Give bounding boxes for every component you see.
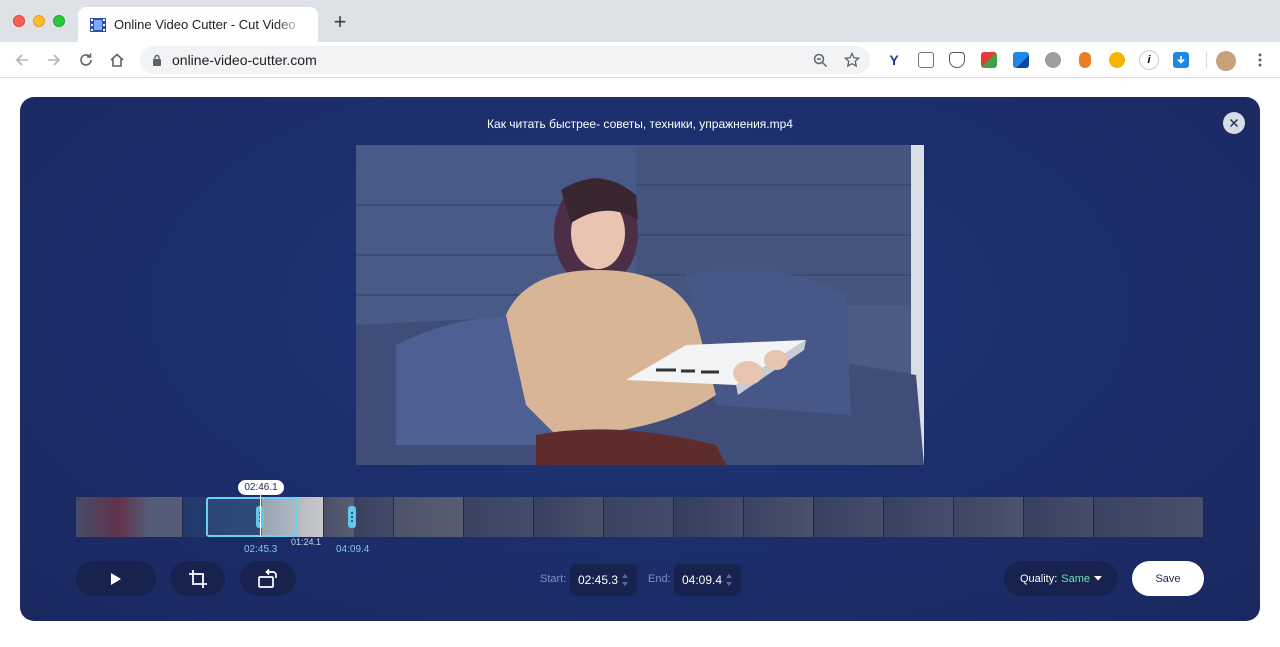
bookmark-star-icon[interactable] xyxy=(844,52,860,68)
selection-end-label: 04:09.4 xyxy=(336,544,370,555)
playhead-time: 02:46.1 xyxy=(238,480,284,495)
start-time-input[interactable]: 02:45.3 xyxy=(570,564,637,596)
chevron-down-icon xyxy=(1094,576,1103,581)
color-icon[interactable] xyxy=(981,52,997,68)
download-icon[interactable] xyxy=(1173,52,1189,68)
back-arrow-icon[interactable] xyxy=(12,50,32,70)
video-preview[interactable] xyxy=(356,145,924,465)
browser-toolbar: online-video-cutter.com Y i xyxy=(0,42,1280,78)
timeline-dim-right xyxy=(354,497,1204,537)
flag-icon[interactable] xyxy=(1013,52,1029,68)
profile-avatar[interactable] xyxy=(1216,51,1236,71)
play-button[interactable] xyxy=(76,561,156,596)
i-icon[interactable]: i xyxy=(1139,50,1159,70)
film-favicon-icon xyxy=(90,17,106,33)
start-time-value: 02:45.3 xyxy=(578,573,619,587)
selection-duration-label: 01:24.1 xyxy=(291,537,322,547)
browser-tabbar: Online Video Cutter - Cut Video + xyxy=(0,0,1280,42)
crop-button[interactable] xyxy=(170,561,225,596)
file-title: Как читать быстрее- советы, техники, упр… xyxy=(487,117,793,131)
reader-icon[interactable] xyxy=(918,52,934,68)
rotate-button[interactable] xyxy=(240,561,296,596)
paw-icon[interactable] xyxy=(1109,52,1125,68)
close-button[interactable] xyxy=(1223,112,1245,134)
zoom-window-button[interactable] xyxy=(53,15,65,27)
forward-arrow-icon[interactable] xyxy=(44,50,64,70)
end-time-input[interactable]: 04:09.4 xyxy=(674,564,741,596)
lock-icon xyxy=(152,54,162,66)
end-trim-handle[interactable] xyxy=(348,506,356,528)
play-icon xyxy=(111,572,121,585)
end-label: End: xyxy=(648,573,671,585)
reload-icon[interactable] xyxy=(76,50,96,70)
zoom-icon[interactable] xyxy=(812,52,828,68)
start-label: Start: xyxy=(540,573,567,585)
editor-panel: Как читать быстрее- советы, техники, упр… xyxy=(20,97,1260,621)
home-icon[interactable] xyxy=(107,50,127,70)
browser-tab[interactable]: Online Video Cutter - Cut Video xyxy=(78,7,318,42)
menu-kebab-icon[interactable] xyxy=(1250,50,1270,70)
address-bar[interactable]: online-video-cutter.com xyxy=(140,46,870,74)
new-tab-button[interactable]: + xyxy=(330,11,350,33)
minimize-window-button[interactable] xyxy=(33,15,45,27)
timeline-selection[interactable] xyxy=(206,497,298,537)
shield-icon[interactable] xyxy=(1079,52,1091,68)
close-icon xyxy=(1229,118,1239,128)
v-icon[interactable]: Y xyxy=(886,52,902,68)
pocket-icon[interactable] xyxy=(949,52,965,68)
stepper-icon[interactable] xyxy=(621,573,629,587)
playhead-line[interactable] xyxy=(260,495,261,537)
close-window-button[interactable] xyxy=(13,15,25,27)
quality-dropdown[interactable]: Quality: Same xyxy=(1004,561,1118,596)
globe-icon[interactable] xyxy=(1045,52,1061,68)
selection-start-label: 02:45.3 xyxy=(244,544,278,555)
quality-value: Same xyxy=(1061,572,1091,585)
video-frame-image xyxy=(356,145,924,465)
stepper-icon[interactable] xyxy=(725,573,733,587)
end-time-value: 04:09.4 xyxy=(682,573,723,587)
rotate-icon xyxy=(258,568,277,588)
url-text: online-video-cutter.com xyxy=(172,52,317,68)
tab-title: Online Video Cutter - Cut Video xyxy=(114,17,296,32)
toolbar-divider xyxy=(1206,52,1207,68)
crop-icon xyxy=(188,569,207,588)
save-button[interactable]: Save xyxy=(1132,561,1204,596)
quality-label: Quality: xyxy=(1019,572,1058,585)
